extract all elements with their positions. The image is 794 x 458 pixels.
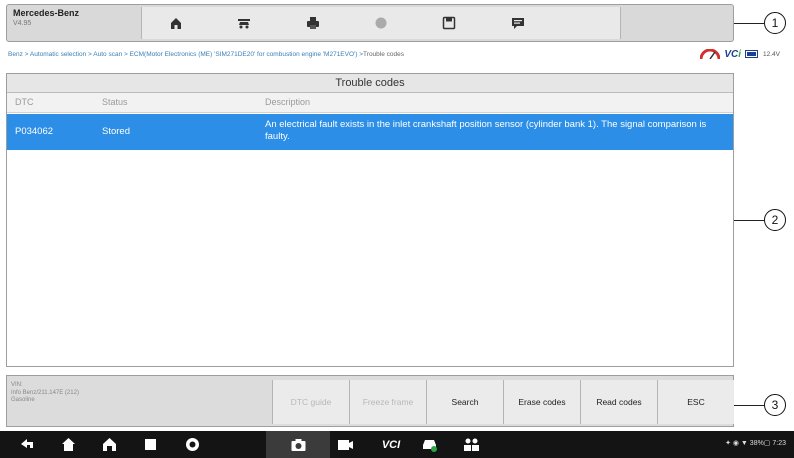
vehicle-swap-button[interactable]: [210, 7, 278, 39]
save-button[interactable]: [415, 7, 483, 39]
save-icon: [443, 16, 456, 30]
top-toolbar: Mercedes-Benz V4.95: [6, 4, 734, 42]
vci-button[interactable]: VCI: [378, 436, 404, 453]
breadcrumb-path[interactable]: Benz > Automatic selection > Auto scan >…: [8, 51, 363, 58]
callout-2: 2: [764, 209, 786, 231]
vehicle-info-fuel: Gasoline: [11, 397, 35, 403]
print-button[interactable]: [279, 7, 347, 39]
table-header: DTC Status Description: [7, 93, 733, 113]
read-codes-button[interactable]: Read codes: [580, 380, 657, 424]
battery-voltage: 12.4V: [763, 50, 780, 58]
dtc-status: Stored: [102, 126, 130, 137]
vehicle-brand-block: Mercedes-Benz V4.95: [7, 5, 137, 41]
home-icon: [171, 18, 182, 29]
search-button[interactable]: Search: [426, 380, 503, 424]
callout-line-3: [734, 405, 764, 406]
vehicle-swap-icon: [238, 19, 251, 29]
vehicle-info-vin: VIN:: [11, 382, 23, 388]
print-icon: [306, 17, 319, 29]
breadcrumb-current: Trouble codes: [363, 50, 404, 58]
help-icon: [375, 17, 387, 29]
table-row[interactable]: P034062 Stored An electrical fault exist…: [7, 114, 733, 150]
system-status: ✦ ◉ ▼ 38%▢ 7:23: [725, 440, 786, 447]
remote-expert-icon: [463, 438, 479, 451]
vehicle-info: VIN: Info Benz/211.147E (212) Gasoline: [11, 382, 251, 405]
screen-record-button[interactable]: [336, 436, 354, 453]
home-button[interactable]: [142, 7, 210, 39]
function-bar: VIN: Info Benz/211.147E (212) Gasoline D…: [6, 375, 734, 427]
camera-button[interactable]: [266, 431, 330, 458]
callout-3: 3: [764, 394, 786, 416]
browser-icon: [185, 438, 199, 451]
battery-icon: [745, 50, 758, 58]
panel-title: Trouble codes: [7, 74, 733, 93]
dtc-description: An electrical fault exists in the inlet …: [265, 119, 707, 142]
autel-home-icon: [102, 438, 116, 451]
column-header-description[interactable]: Description: [265, 97, 310, 107]
vehicle-info-model: Info Benz/211.147E (212): [11, 389, 79, 396]
column-header-status[interactable]: Status: [102, 97, 128, 107]
system-navigation-bar: VCI ✦ ◉ ▼ 38%▢ 7:23: [0, 431, 794, 458]
back-button[interactable]: [18, 436, 36, 453]
brand-version: V4.95: [13, 20, 32, 27]
dtc-code: P034062: [15, 126, 54, 137]
toolbar-buttons: [141, 7, 621, 39]
dtc-guide-button[interactable]: DTC guide: [272, 380, 349, 424]
remote-expert-button[interactable]: [462, 436, 480, 453]
brand-title: Mercedes-Benz: [13, 8, 80, 18]
erase-codes-button[interactable]: Erase codes: [503, 380, 580, 424]
autel-home-button[interactable]: [100, 436, 118, 453]
home-nav-button[interactable]: [59, 436, 77, 453]
breadcrumb: Benz > Automatic selection > Auto scan >…: [8, 46, 780, 62]
esc-button[interactable]: ESC: [657, 380, 734, 424]
vci-status-logo: VCi: [724, 48, 741, 60]
callout-1: 1: [764, 12, 786, 34]
trouble-codes-panel: Trouble codes DTC Status Description P03…: [6, 73, 734, 367]
browser-button[interactable]: [183, 436, 201, 453]
callout-line-2: [734, 220, 764, 221]
freeze-frame-button[interactable]: Freeze frame: [349, 380, 426, 424]
function-buttons: DTC guide Freeze frame Search Erase code…: [272, 379, 734, 425]
callout-line-1: [734, 23, 764, 24]
home-icon: [61, 438, 75, 451]
vehicle-button[interactable]: [420, 436, 438, 453]
vehicle-icon: [422, 440, 437, 452]
recent-apps-icon: [144, 439, 156, 450]
recent-apps-button[interactable]: [141, 436, 159, 453]
screen-record-icon: [337, 440, 353, 450]
camera-icon-wrap: [289, 436, 307, 453]
signal-gauge-icon: [700, 49, 721, 59]
data-logging-icon: [511, 18, 524, 29]
help-button[interactable]: [347, 7, 415, 39]
connection-status: VCi 12.4V: [700, 49, 780, 60]
data-logging-button[interactable]: [483, 7, 551, 39]
back-icon: [20, 439, 33, 448]
camera-icon: [291, 439, 305, 451]
column-header-dtc[interactable]: DTC: [15, 97, 34, 107]
toolbar-empty-slot: [552, 7, 620, 39]
